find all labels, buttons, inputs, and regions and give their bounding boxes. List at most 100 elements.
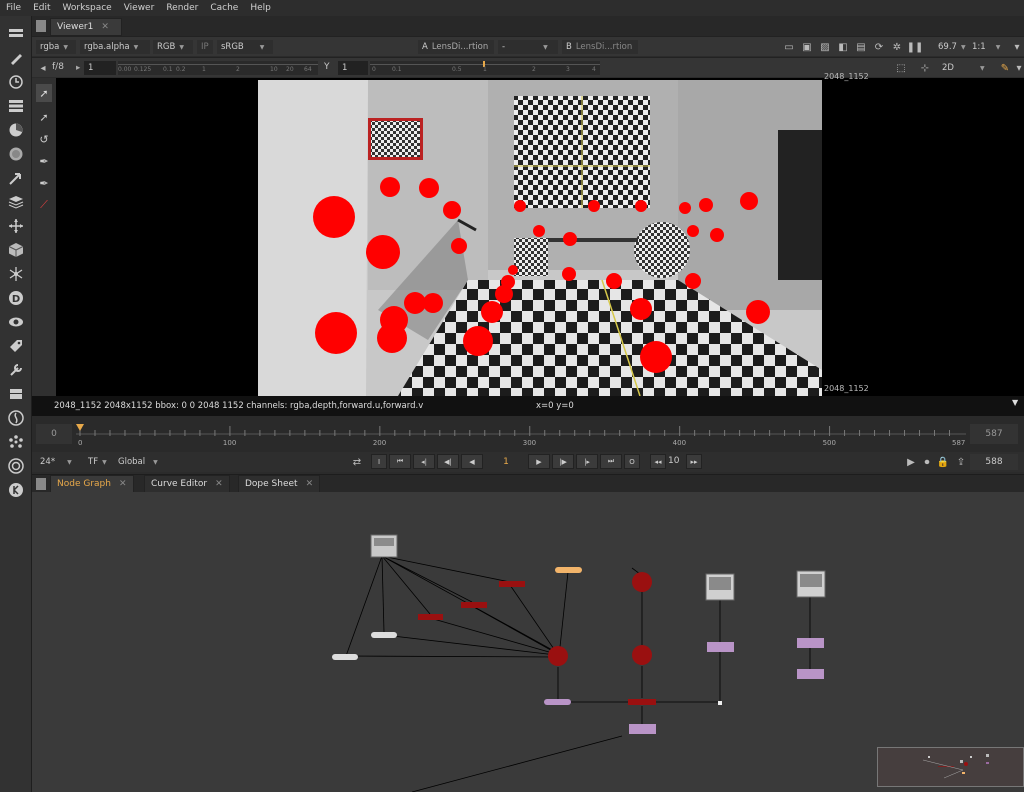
viewer-icon[interactable] bbox=[6, 24, 26, 44]
timeline-end-field[interactable]: 587 bbox=[970, 424, 1018, 444]
current-frame-field[interactable]: 1 bbox=[488, 455, 524, 469]
roi-icon[interactable]: ▭ bbox=[782, 40, 796, 54]
menu-help[interactable]: Help bbox=[244, 3, 277, 13]
fps-dropdown[interactable]: 24* ▼ bbox=[36, 455, 80, 469]
pause-icon[interactable]: ❚❚ bbox=[907, 40, 924, 54]
3d-icon[interactable] bbox=[6, 240, 26, 260]
prev-frame-icon[interactable]: ◀| bbox=[437, 454, 459, 469]
scope-dropdown[interactable]: Global ▼ bbox=[114, 455, 166, 469]
ratio-dropdown[interactable]: 1:1 ▼ bbox=[968, 40, 1006, 54]
other-icon[interactable] bbox=[6, 384, 26, 404]
curve-tool-icon[interactable]: ⟋ bbox=[36, 196, 52, 214]
flipbook-icon[interactable]: ▶ bbox=[904, 455, 918, 469]
lock-icon[interactable]: 🔒 bbox=[936, 455, 950, 469]
close-icon[interactable]: ✕ bbox=[101, 22, 109, 32]
select-feather-icon[interactable]: ↺ bbox=[36, 130, 52, 148]
play-forward-icon[interactable]: ▶ bbox=[528, 454, 550, 469]
furnace-icon[interactable] bbox=[6, 408, 26, 428]
node-graph-canvas[interactable] bbox=[32, 492, 1024, 792]
next-frame-icon[interactable]: |▶ bbox=[552, 454, 574, 469]
viewer-canvas[interactable]: 2048_1152 2048_1152 bbox=[56, 72, 1024, 396]
channel-icon[interactable] bbox=[6, 96, 26, 116]
more-icon[interactable]: ▾ bbox=[1012, 61, 1024, 75]
select-points-icon[interactable]: ➚ bbox=[36, 108, 52, 126]
pane-menu-icon[interactable] bbox=[36, 478, 46, 490]
gain-right-arrow-icon[interactable]: ▸ bbox=[72, 61, 82, 75]
remove-point-icon[interactable]: ✒ bbox=[36, 174, 52, 192]
paint-icon[interactable] bbox=[6, 48, 26, 68]
color-picker-icon[interactable]: ✎ bbox=[998, 61, 1012, 75]
clipping-icon[interactable]: ▤ bbox=[854, 40, 868, 54]
tab-node-graph[interactable]: Node Graph ✕ bbox=[50, 475, 134, 493]
ip-button[interactable]: IP bbox=[197, 40, 213, 54]
skip-forward-icon[interactable]: ▸▸ bbox=[686, 454, 702, 469]
particles-icon[interactable] bbox=[6, 264, 26, 284]
menu-workspace[interactable]: Workspace bbox=[57, 3, 118, 13]
first-frame-icon[interactable]: ⏮ bbox=[389, 454, 411, 469]
tab-curve-editor[interactable]: Curve Editor ✕ bbox=[144, 475, 230, 493]
node-graph-minimap[interactable] bbox=[877, 747, 1024, 787]
tab-viewer1[interactable]: Viewer1 ✕ bbox=[50, 18, 122, 36]
metadata-icon[interactable] bbox=[6, 336, 26, 356]
wipe-dropdown[interactable]: - ▼ bbox=[498, 40, 558, 54]
keyer-icon[interactable] bbox=[6, 168, 26, 188]
gpu-icon[interactable]: ✲ bbox=[890, 40, 904, 54]
zoom-value[interactable]: 69.7 ▼ bbox=[934, 40, 968, 54]
in-point-button[interactable]: I bbox=[371, 454, 387, 469]
menu-file[interactable]: File bbox=[0, 3, 27, 13]
playback-mode-icon[interactable]: ⇄ bbox=[350, 455, 364, 469]
input-b-dropdown[interactable]: B LensDi...rtion bbox=[562, 40, 638, 54]
next-keyframe-icon[interactable]: |▸ bbox=[576, 454, 598, 469]
select-arrow-icon[interactable]: ➚ bbox=[36, 84, 52, 102]
more-icon[interactable]: ▾ bbox=[1010, 40, 1024, 54]
gamma-slider[interactable]: 0 0.1 0.5 1 2 3 4 bbox=[370, 61, 600, 75]
add-point-icon[interactable]: ✒ bbox=[36, 152, 52, 170]
chevron-down-icon[interactable]: ▼ bbox=[1012, 398, 1018, 407]
playhead-marker[interactable] bbox=[76, 424, 84, 431]
menu-viewer[interactable]: Viewer bbox=[118, 3, 161, 13]
close-icon[interactable]: ✕ bbox=[215, 479, 223, 489]
export-icon[interactable]: ⇪ bbox=[954, 455, 968, 469]
crop-icon[interactable]: ⬚ bbox=[894, 61, 908, 75]
filter-icon[interactable] bbox=[6, 144, 26, 164]
gain-input[interactable]: 1 bbox=[84, 61, 116, 75]
refresh-icon[interactable]: ⟳ bbox=[872, 40, 886, 54]
axis-icon[interactable]: ⊹ bbox=[918, 61, 932, 75]
transform-icon[interactable] bbox=[6, 216, 26, 236]
channels-dropdown[interactable]: rgba ▼ bbox=[36, 40, 76, 54]
safe-area-icon[interactable]: ▣ bbox=[800, 40, 814, 54]
alpha-dropdown[interactable]: rgba.alpha ▼ bbox=[80, 40, 150, 54]
color-icon[interactable] bbox=[6, 120, 26, 140]
kronos-icon[interactable] bbox=[6, 480, 26, 500]
toolsets-icon[interactable] bbox=[6, 360, 26, 380]
overlay-icon[interactable]: ◧ bbox=[836, 40, 850, 54]
tf-dropdown[interactable]: TF ▼ bbox=[84, 455, 112, 469]
cara-vr-icon[interactable] bbox=[6, 456, 26, 476]
close-icon[interactable]: ✕ bbox=[306, 479, 314, 489]
merge-icon[interactable] bbox=[6, 192, 26, 212]
checkerboard-icon[interactable]: ▨ bbox=[818, 40, 832, 54]
gain-left-arrow-icon[interactable]: ◂ bbox=[36, 61, 50, 75]
menu-render[interactable]: Render bbox=[160, 3, 204, 13]
end-frame-field[interactable]: 588 bbox=[970, 454, 1018, 470]
gamma-input[interactable]: 1 bbox=[338, 61, 368, 75]
time-icon[interactable] bbox=[6, 72, 26, 92]
deep-icon[interactable]: D bbox=[6, 288, 26, 308]
pane-menu-icon[interactable] bbox=[36, 20, 46, 32]
menu-edit[interactable]: Edit bbox=[27, 3, 56, 13]
prev-keyframe-icon[interactable]: ◂| bbox=[413, 454, 435, 469]
tab-dope-sheet[interactable]: Dope Sheet ✕ bbox=[238, 475, 321, 493]
timeline-start-field[interactable]: 0 bbox=[36, 424, 72, 444]
timeline-track[interactable]: 0 100 200 300 400 500 587 bbox=[76, 420, 966, 448]
last-frame-icon[interactable]: ⏭ bbox=[600, 454, 622, 469]
gain-slider[interactable]: 0.00 0.125 0.1 0.2 1 2 10 20 64 bbox=[118, 61, 318, 75]
input-a-dropdown[interactable]: A LensDi...rtion bbox=[418, 40, 494, 54]
lut-dropdown[interactable]: sRGB ▼ bbox=[217, 40, 273, 54]
skip-back-icon[interactable]: ◂◂ bbox=[650, 454, 666, 469]
view-mode-dropdown[interactable]: 2D ▼ bbox=[938, 61, 992, 75]
increment-value[interactable]: 10 bbox=[668, 456, 679, 466]
out-point-button[interactable]: O bbox=[624, 454, 640, 469]
display-dropdown[interactable]: RGB ▼ bbox=[153, 40, 193, 54]
views-icon[interactable] bbox=[6, 312, 26, 332]
ocula-icon[interactable] bbox=[6, 432, 26, 452]
